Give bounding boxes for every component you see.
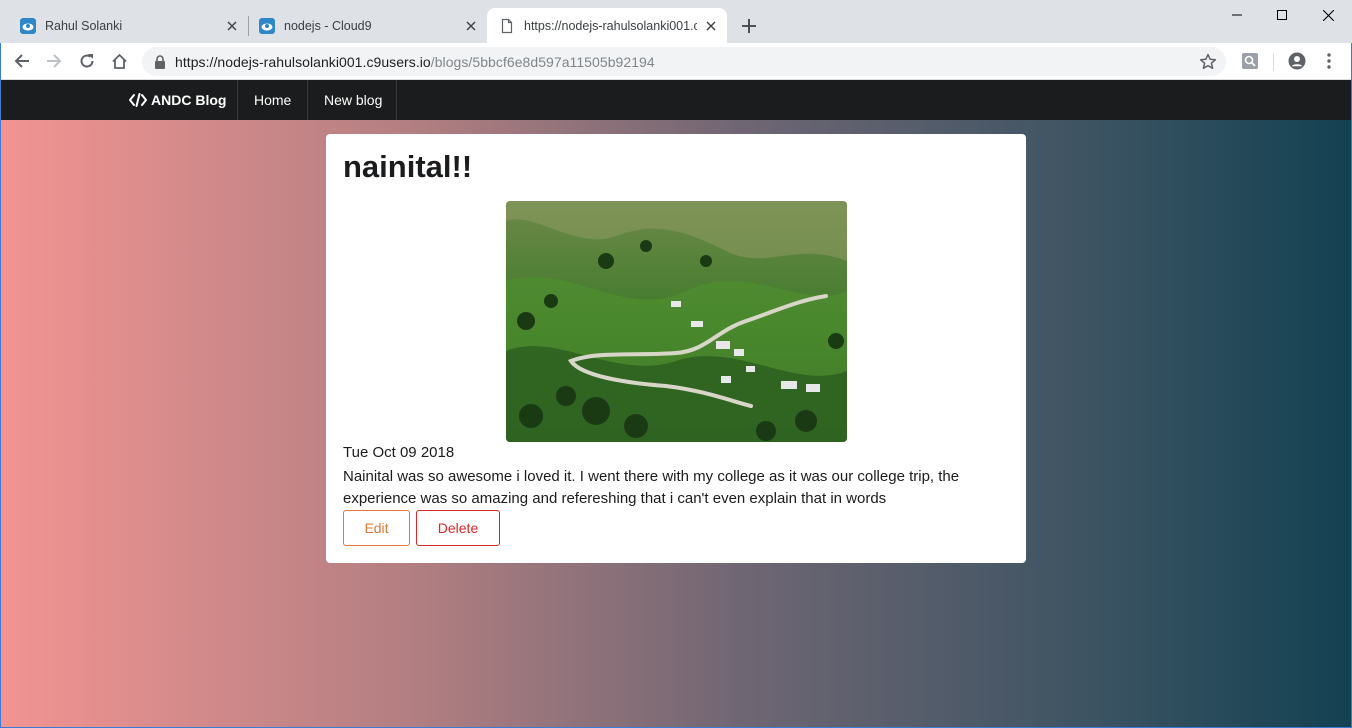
account-icon xyxy=(1288,52,1306,70)
address-bar[interactable]: https://nodejs-rahulsolanki001.c9users.i… xyxy=(142,47,1226,76)
cloud9-icon xyxy=(259,17,275,34)
bookmark-star-icon[interactable] xyxy=(1199,53,1217,71)
page-icon xyxy=(501,18,513,33)
window-border xyxy=(0,43,1,728)
reload-icon xyxy=(80,54,94,68)
nav-brand[interactable]: ANDC Blog xyxy=(113,80,242,120)
address-url: https://nodejs-rahulsolanki001.c9users.i… xyxy=(175,54,655,70)
nav-new-blog[interactable]: New blog xyxy=(308,80,398,120)
new-tab-button[interactable] xyxy=(737,14,761,38)
tab-strip: Rahul Solanki nodejs - Cloud9 https://no… xyxy=(0,0,1352,43)
hillside-road-photo xyxy=(506,201,847,442)
arrow-right-icon xyxy=(47,54,62,68)
arrow-left-icon xyxy=(14,54,29,68)
post-body: Nainital was so awesome i loved it. I we… xyxy=(343,468,960,507)
close-tab-icon[interactable] xyxy=(224,18,240,34)
extension-button[interactable] xyxy=(1237,48,1263,74)
cloud9-icon xyxy=(20,17,36,34)
kebab-menu-icon xyxy=(1327,53,1331,69)
close-tab-icon[interactable] xyxy=(703,18,719,34)
post-title: nainital!! xyxy=(343,149,473,184)
minimize-button[interactable] xyxy=(1214,0,1260,30)
page-background: ANDC Blog Home New blog nainital!! Tue O… xyxy=(1,80,1351,727)
nav-divider xyxy=(396,80,397,120)
plus-icon xyxy=(742,19,756,33)
url-host: https://nodejs-rahulsolanki001.c9users.i… xyxy=(175,53,431,70)
nav-new-blog-label: New blog xyxy=(324,92,383,108)
profile-button[interactable] xyxy=(1284,48,1310,74)
back-button[interactable] xyxy=(9,48,35,74)
nav-brand-label: ANDC Blog xyxy=(151,92,227,108)
blog-post-card: nainital!! Tue Oct 09 2018 Nainital was … xyxy=(326,134,1026,563)
tab-title: nodejs - Cloud9 xyxy=(284,18,372,33)
tab-cloud9[interactable]: nodejs - Cloud9 xyxy=(249,8,487,43)
toolbar-divider xyxy=(1273,53,1274,71)
url-path: /blogs/5bbcf6e8d597a11505b92194 xyxy=(430,53,655,70)
nav-home-label: Home xyxy=(254,92,292,108)
forward-button[interactable] xyxy=(41,48,67,74)
code-icon xyxy=(129,93,147,107)
site-navbar: ANDC Blog Home New blog xyxy=(1,80,1351,120)
tab-rahul-solanki[interactable]: Rahul Solanki xyxy=(0,8,248,43)
search-extension-icon xyxy=(1242,53,1258,69)
close-icon xyxy=(1322,9,1334,21)
close-window-button[interactable] xyxy=(1305,0,1351,30)
post-image xyxy=(506,201,847,442)
nav-home[interactable]: Home xyxy=(238,80,307,120)
close-tab-icon[interactable] xyxy=(463,18,479,34)
reload-button[interactable] xyxy=(74,48,100,74)
maximize-icon xyxy=(1277,10,1287,20)
tab-blog-post-active[interactable]: https://nodejs-rahulsolanki001.c9 xyxy=(487,8,727,43)
browser-toolbar: https://nodejs-rahulsolanki001.c9users.i… xyxy=(0,43,1352,80)
minimize-icon xyxy=(1232,14,1242,16)
tab-title: Rahul Solanki xyxy=(45,18,123,33)
edit-button[interactable]: Edit xyxy=(343,510,410,546)
maximize-button[interactable] xyxy=(1259,0,1305,30)
tab-title: https://nodejs-rahulsolanki001.c9 xyxy=(524,18,697,33)
home-button[interactable] xyxy=(106,48,132,74)
post-date: Tue Oct 09 2018 xyxy=(343,444,455,461)
lock-icon xyxy=(155,54,165,69)
menu-button[interactable] xyxy=(1316,48,1342,74)
home-icon xyxy=(111,53,127,69)
delete-button[interactable]: Delete xyxy=(416,510,500,546)
